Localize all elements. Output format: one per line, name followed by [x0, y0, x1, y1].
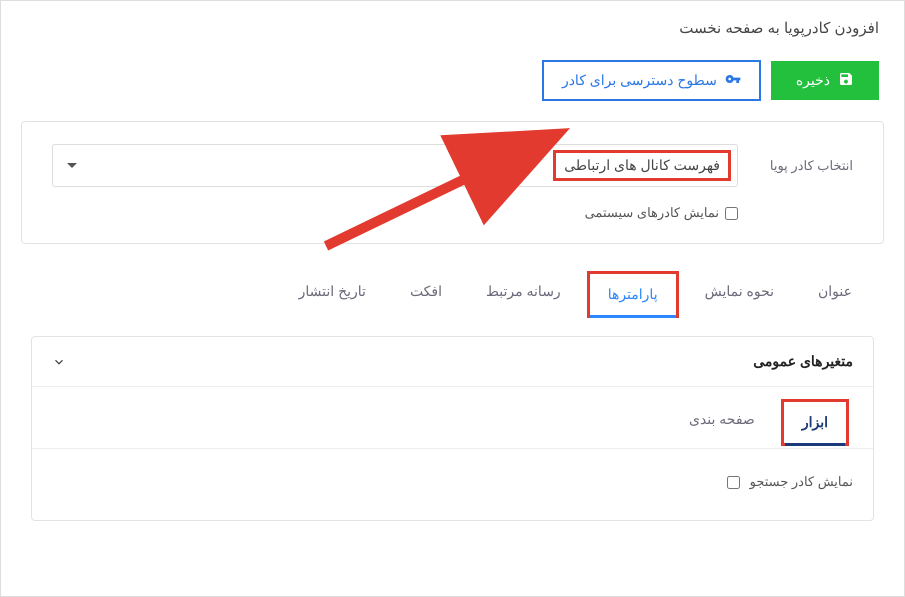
system-boxes-row: نمایش کادرهای سیستمی: [52, 205, 738, 221]
tab-effect[interactable]: افکت: [388, 269, 464, 320]
save-button[interactable]: ذخیره: [771, 61, 879, 100]
search-field-row: نمایش کادر جستجو: [32, 448, 873, 520]
page-container: افزودن کادرپویا به صفحه نخست ذخیره سطوح …: [0, 0, 905, 597]
page-title: افزودن کادرپویا به صفحه نخست: [1, 1, 904, 55]
sub-tabs: ابزارصفحه بندی: [32, 386, 873, 448]
save-icon: [838, 71, 854, 90]
select-value-annotation: فهرست کانال های ارتباطی: [553, 150, 731, 181]
save-label: ذخیره: [796, 72, 830, 89]
tab-display[interactable]: نحوه نمایش: [683, 269, 796, 320]
search-box-checkbox[interactable]: [727, 476, 740, 489]
search-box-label: نمایش کادر جستجو: [750, 474, 853, 490]
params-card: متغیرهای عمومی ابزارصفحه بندی نمایش کادر…: [31, 336, 874, 521]
system-boxes-label[interactable]: نمایش کادرهای سیستمی: [585, 205, 719, 221]
tab-publish[interactable]: تاریخ انتشار: [277, 269, 388, 320]
subtab-paging[interactable]: صفحه بندی: [667, 397, 777, 448]
select-row: انتخاب کادر پویا فهرست کانال های ارتباطی: [52, 144, 853, 187]
action-bar: ذخیره سطوح دسترسی برای کادر: [1, 55, 904, 121]
accordion-title: متغیرهای عمومی: [753, 353, 853, 370]
access-levels-button[interactable]: سطوح دسترسی برای کادر: [542, 60, 761, 101]
caret-down-icon: [67, 163, 77, 168]
chevron-down-icon: [52, 355, 66, 369]
access-label: سطوح دسترسی برای کادر: [562, 72, 717, 89]
select-panel: انتخاب کادر پویا فهرست کانال های ارتباطی…: [21, 121, 884, 244]
key-icon: [725, 71, 741, 90]
subtab-tool[interactable]: ابزار: [777, 397, 853, 448]
tab-annotation: پارامترها: [587, 271, 679, 318]
accordion-header[interactable]: متغیرهای عمومی: [32, 337, 873, 386]
system-boxes-checkbox[interactable]: [725, 207, 738, 220]
subtab-annotation: ابزار: [781, 399, 849, 446]
tab-title[interactable]: عنوان: [796, 269, 874, 320]
main-tabs: عنواننحوه نمایشپارامترهارسانه مرتبطافکتت…: [1, 269, 904, 321]
select-label: انتخاب کادر پویا: [758, 158, 853, 174]
dynamic-box-select[interactable]: فهرست کانال های ارتباطی: [52, 144, 738, 187]
select-value: فهرست کانال های ارتباطی: [564, 157, 720, 173]
select-wrap: فهرست کانال های ارتباطی: [52, 144, 738, 187]
tab-params[interactable]: پارامترها: [583, 269, 683, 320]
tab-media[interactable]: رسانه مرتبط: [464, 269, 583, 320]
